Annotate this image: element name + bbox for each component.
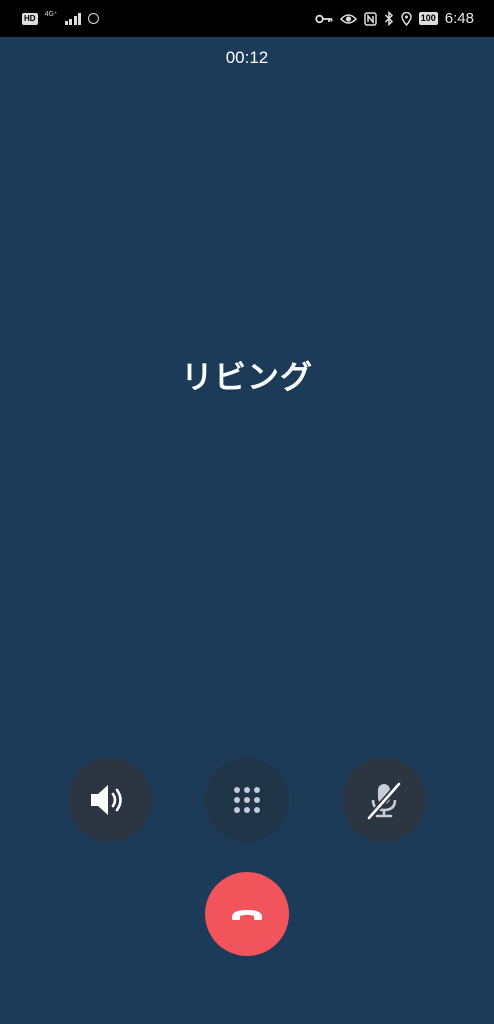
contact-name: リビング xyxy=(180,358,313,396)
signal-strength-icon xyxy=(64,12,82,25)
mute-button[interactable] xyxy=(342,758,426,842)
location-icon xyxy=(401,11,412,26)
end-call-button[interactable] xyxy=(205,872,289,956)
hd-voice-badge: HD xyxy=(22,12,38,25)
status-clock: 6:48 xyxy=(444,10,474,27)
speaker-button[interactable] xyxy=(68,758,152,842)
status-left-group: HD 4G⁺ xyxy=(22,10,100,25)
status-bar: HD 4G⁺ 100 6:48 xyxy=(0,0,494,37)
key-icon xyxy=(315,14,333,23)
speaker-icon xyxy=(91,785,122,815)
network-type-label: 4G⁺ xyxy=(44,10,58,18)
sync-icon xyxy=(88,13,100,24)
eye-icon xyxy=(339,13,357,24)
mic-off-icon xyxy=(366,781,402,821)
bluetooth-icon xyxy=(384,11,393,26)
nfc-icon xyxy=(364,11,377,26)
status-right-group: 100 6:48 xyxy=(315,10,474,27)
keypad-icon xyxy=(234,787,260,813)
battery-indicator: 100 xyxy=(418,12,438,25)
call-duration: 00:12 xyxy=(225,48,269,67)
keypad-button[interactable] xyxy=(205,758,289,842)
end-call-icon xyxy=(232,910,262,920)
